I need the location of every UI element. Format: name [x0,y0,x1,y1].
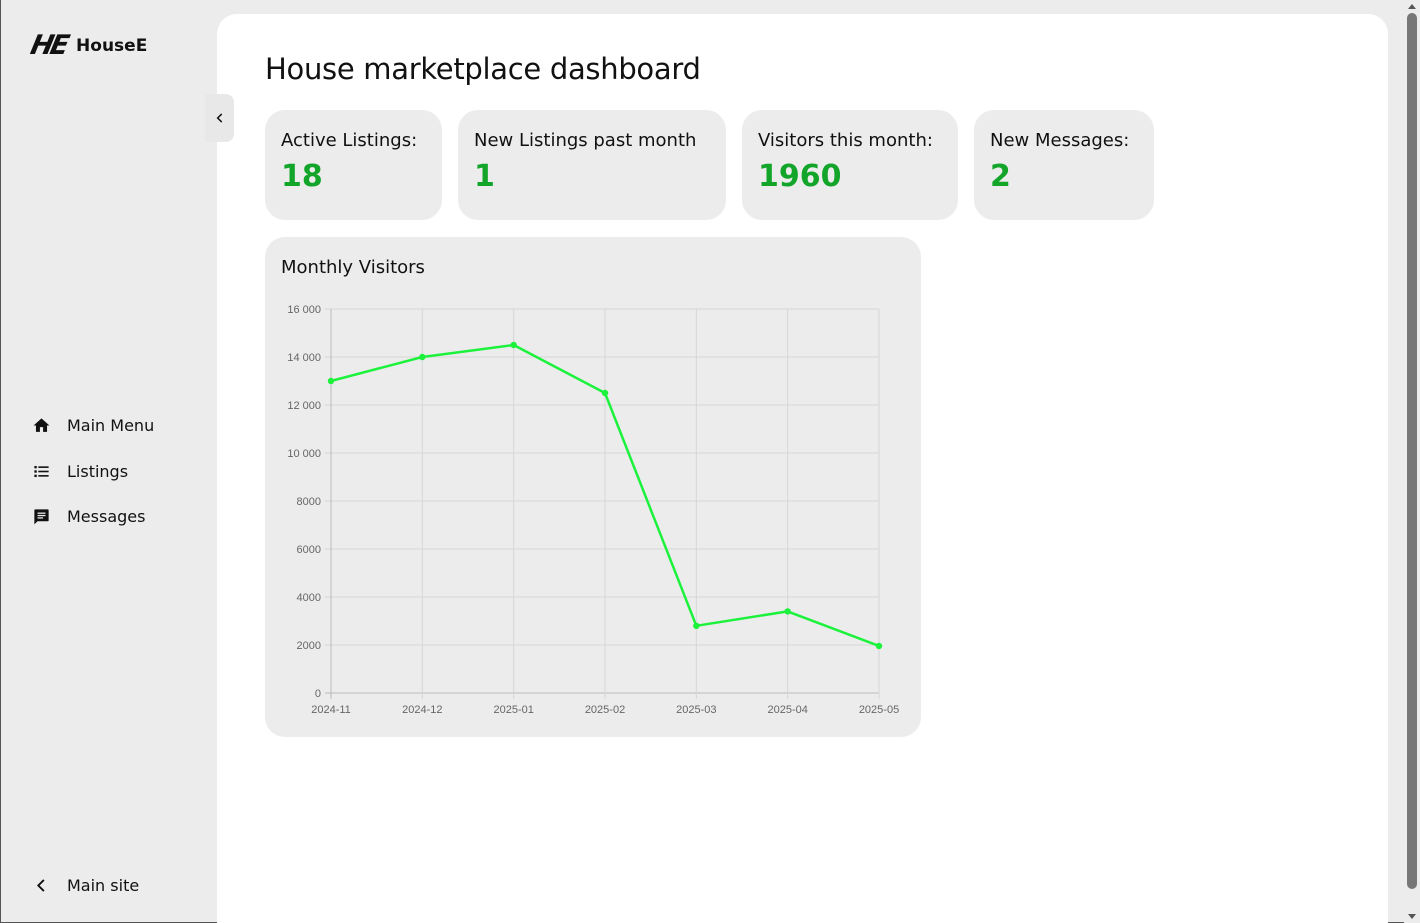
stats-row: Active Listings: 18 New Listings past mo… [265,110,1154,220]
chevron-left-icon [216,113,222,123]
brand-logo: HE [27,30,70,61]
main-site-link[interactable]: Main site [31,874,139,897]
sidebar-item-main-menu[interactable]: Main Menu [31,414,154,437]
stat-label: New Messages: [990,130,1130,151]
sidebar-item-label: Messages [67,507,146,526]
stat-card-new-listings: New Listings past month 1 [458,110,726,220]
stat-card-active-listings: Active Listings: 18 [265,110,442,220]
main-content: House marketplace dashboard Active Listi… [217,14,1388,923]
page-scrollbar[interactable] [1404,0,1420,923]
stat-value: 18 [281,159,323,194]
data-point [327,377,335,385]
y-tick-label: 12 000 [287,400,321,412]
stat-label: New Listings past month [474,130,697,151]
sidebar-item-label: Main Menu [67,416,155,435]
data-point [510,341,517,349]
y-tick-label: 16 000 [287,304,321,316]
sidebar-item-messages[interactable]: Messages [31,505,154,528]
message-icon [31,507,51,527]
brand[interactable]: HE HouseE [27,30,148,61]
sidebar-item-listings[interactable]: Listings [31,460,154,483]
x-tick-label: 2025-03 [676,704,716,716]
brand-name: HouseE [76,35,148,56]
x-tick-label: 2025-04 [767,704,807,716]
chevron-left-icon [31,876,51,896]
monthly-visitors-chart: 0 2000 4000 6000 8000 10 000 12 000 14 000 16 00… [287,304,899,716]
main-site-label: Main site [67,876,140,895]
list-icon [31,461,51,481]
y-tick-label: 14 000 [287,352,321,364]
data-point [693,622,700,629]
y-tick-label: 6000 [297,544,321,556]
x-tick-label: 2025-02 [585,704,625,716]
y-tick-label: 2000 [297,640,321,652]
sidebar-nav: Main Menu Listings Messages [31,414,154,551]
x-tick-label: 2024-12 [402,704,442,716]
sidebar: HE HouseE Main Menu Listings Messages Ma… [0,0,217,923]
page-title: House marketplace dashboard [265,52,701,86]
stat-card-new-messages: New Messages: 2 [974,110,1154,220]
stat-label: Visitors this month: [758,130,933,151]
x-tick-label: 2024-11 [311,704,351,716]
stat-label: Active Listings: [281,130,418,151]
scroll-thumb[interactable] [1407,13,1417,889]
y-tick-label: 8000 [297,496,321,508]
sidebar-collapse-button[interactable] [205,94,234,142]
scroll-down-arrow[interactable] [1408,914,1416,919]
y-tick-label: 0 [315,688,321,700]
x-tick-label: 2025-01 [493,704,533,716]
sidebar-item-label: Listings [67,461,129,481]
data-point [601,389,609,397]
scroll-up-arrow[interactable] [1408,4,1416,9]
data-point [419,353,426,361]
data-point [784,608,791,615]
stat-value: 2 [990,159,1011,194]
y-tick-label: 10 000 [287,448,321,460]
x-tick-label: 2025-05 [859,704,899,716]
stat-card-visitors: Visitors this month: 1960 [742,110,958,220]
data-point [875,642,883,650]
y-tick-label: 4000 [297,592,321,604]
stat-value: 1 [474,159,495,194]
monthly-visitors-chart-card: Monthly Visitors 0 2000 4000 6000 8000 10 000… [265,237,921,737]
home-icon [31,416,51,436]
stat-value: 1960 [758,159,842,194]
